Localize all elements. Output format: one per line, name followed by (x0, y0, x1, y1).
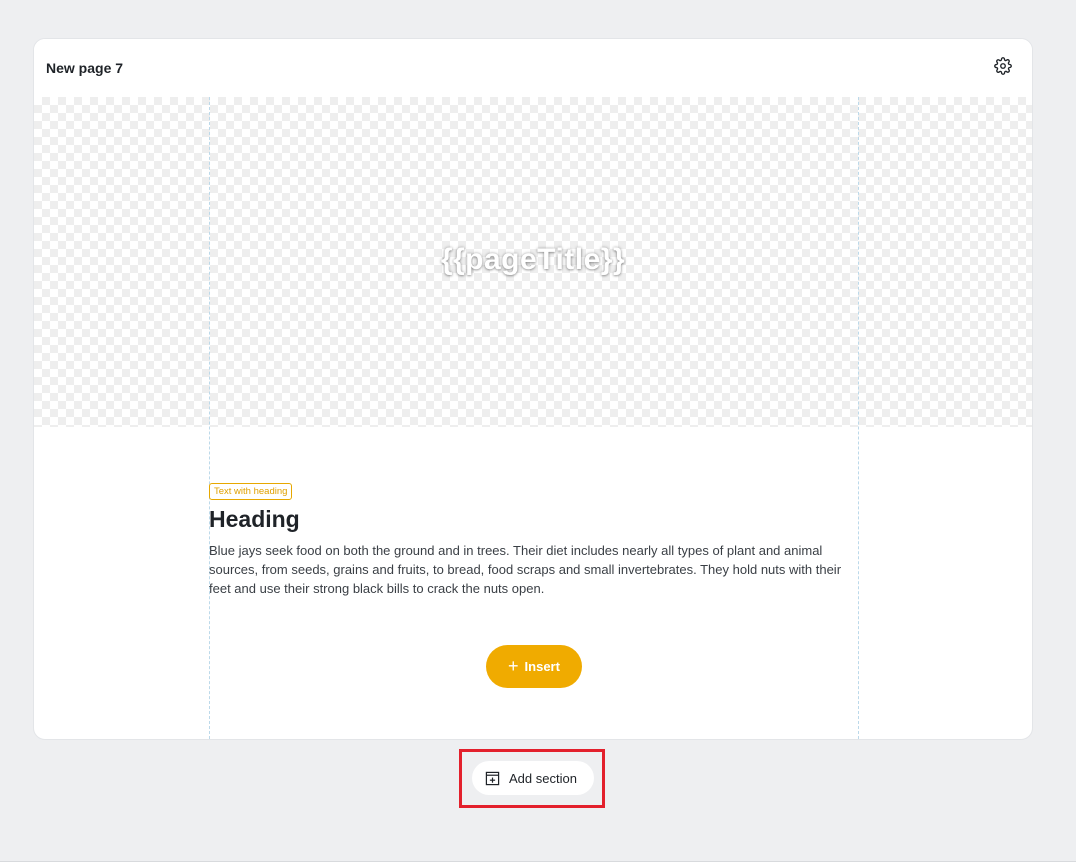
add-section-icon (485, 771, 500, 786)
section-type-badge: Text with heading (209, 483, 293, 500)
insert-button[interactable]: + Insert (486, 645, 582, 688)
hero-title-placeholder: {{pageTitle}} (440, 243, 626, 276)
section-heading[interactable]: Heading (209, 505, 849, 533)
add-section-label: Add section (509, 770, 577, 786)
section-body-text[interactable]: Blue jays seek food on both the ground a… (209, 541, 849, 598)
card-header: New page 7 (34, 39, 1032, 97)
layout-guide-right (858, 97, 859, 739)
text-with-heading-section[interactable]: Text with heading Heading Blue jays seek… (209, 481, 849, 598)
insert-button-label: Insert (524, 659, 560, 674)
add-section-button[interactable]: Add section (472, 761, 594, 795)
hero-banner[interactable]: {{pageTitle}} (34, 97, 1032, 427)
layout-guide-left (209, 97, 210, 739)
page-title: New page 7 (46, 60, 124, 76)
page-card: New page 7 {{pageTitle}} Text with headi… (33, 38, 1033, 740)
page-settings-button[interactable] (992, 56, 1014, 80)
plus-icon: + (508, 655, 519, 676)
gear-icon (994, 56, 1012, 80)
